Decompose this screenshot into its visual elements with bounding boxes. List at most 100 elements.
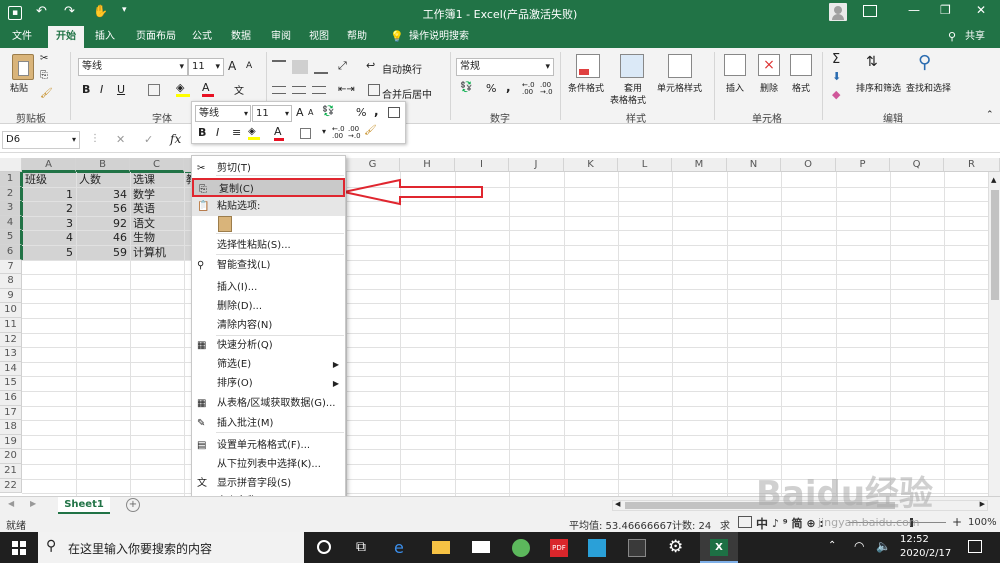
menu-item-7[interactable]: 清除内容(N) (192, 316, 345, 335)
cell-c4[interactable]: 语文 (133, 217, 155, 231)
close-button[interactable]: ✕ (976, 3, 986, 17)
menu-item-13[interactable]: ▤ 设置单元格格式(F)... (192, 436, 345, 455)
format-cells-icon[interactable] (790, 54, 812, 76)
row-header-1[interactable]: 1 (0, 172, 22, 187)
tab-formulas[interactable]: 公式 (186, 26, 218, 48)
add-sheet-button[interactable]: + (126, 498, 140, 512)
row-header-6[interactable]: 6 (0, 245, 22, 260)
conditional-format-icon[interactable] (576, 54, 600, 78)
paste-button[interactable]: 粘贴 (10, 81, 28, 94)
menu-item-6[interactable]: 删除(D)... (192, 297, 345, 316)
cut-icon[interactable]: ✂ (40, 53, 48, 64)
sort-filter-icon[interactable]: ⇅ (866, 54, 878, 70)
comma-button[interactable]: , (506, 80, 511, 94)
row-header-11[interactable]: 11 (0, 318, 22, 333)
tab-review[interactable]: 审阅 (264, 26, 298, 48)
column-header-k[interactable]: K (564, 158, 618, 172)
menu-item-8[interactable]: ▦ 快速分析(Q) (192, 336, 345, 355)
increase-decimal-icon[interactable]: ←.0.00 (522, 82, 535, 96)
cell-a3[interactable]: 2 (22, 202, 73, 216)
table-format-icon[interactable] (620, 54, 644, 78)
bold-button[interactable]: B (82, 83, 90, 96)
row-header-8[interactable]: 8 (0, 274, 22, 289)
ime-indicator[interactable]: 中 (756, 515, 768, 532)
cell-b3[interactable]: 56 (76, 202, 127, 216)
orientation-icon[interactable]: ⤢ (338, 59, 347, 73)
mini-font-color-icon[interactable]: A (274, 125, 284, 141)
minimize-button[interactable]: — (908, 3, 920, 17)
notification-icon[interactable] (968, 540, 982, 553)
vertical-align-buttons[interactable] (272, 60, 332, 74)
cell-a1[interactable]: 班级 (25, 173, 47, 187)
cell-a4[interactable]: 3 (22, 217, 73, 231)
mini-increase-decimal-icon[interactable]: ←.0.00 (332, 126, 345, 140)
insert-function-icon[interactable]: fx (170, 132, 181, 146)
paste-option-icon[interactable] (218, 216, 232, 232)
italic-button[interactable]: I (100, 83, 103, 96)
mini-more-icon[interactable]: ▾ (322, 127, 326, 136)
taskbar-search-box[interactable]: ⚲ 在这里输入你要搜索的内容 (38, 532, 304, 563)
select-all-corner[interactable] (0, 158, 22, 172)
find-icon[interactable]: ⚲ (918, 52, 931, 73)
mini-comma-button[interactable]: , (374, 104, 379, 118)
row-header-19[interactable]: 19 (0, 434, 22, 450)
row-header-21[interactable]: 21 (0, 464, 22, 479)
ribbon-display-icon[interactable] (863, 5, 877, 17)
grow-font-icon[interactable]: A (228, 59, 236, 73)
font-color-icon[interactable]: A (202, 81, 214, 97)
tab-data[interactable]: 数据 (224, 26, 258, 48)
sheet-tab-sheet1[interactable]: Sheet1 (58, 497, 110, 514)
menu-item-4[interactable]: ⚲ 智能查找(L) (192, 256, 345, 275)
cell-c5[interactable]: 生物 (133, 231, 155, 245)
row-header-3[interactable]: 3 (0, 201, 22, 216)
clock-date[interactable]: 2020/2/17 (900, 548, 951, 559)
font-name-select[interactable]: 等线 ▾ (78, 58, 188, 76)
cell-c2[interactable]: 数学 (133, 188, 155, 202)
settings-gear-icon[interactable]: ⚙ (668, 537, 683, 557)
insert-cells-icon[interactable] (724, 54, 746, 76)
decrease-decimal-icon[interactable]: .00 →.0 (540, 82, 553, 96)
scroll-up-icon[interactable]: ▲ (991, 176, 996, 184)
row-header-13[interactable]: 13 (0, 347, 22, 362)
row-header-22[interactable]: 22 (0, 478, 22, 494)
column-header-h[interactable]: H (400, 158, 455, 172)
mini-fill-color-icon[interactable]: ◈ (248, 126, 260, 140)
column-header-j[interactable]: J (509, 158, 564, 172)
cell-a6[interactable]: 5 (22, 246, 73, 260)
vertical-scrollbar[interactable]: ▲ (988, 172, 1000, 498)
tab-file[interactable]: 文件 (4, 26, 40, 48)
maximize-button[interactable]: ❐ (940, 3, 951, 17)
mini-bold-button[interactable]: B (198, 126, 206, 139)
sort-filter-button[interactable]: 排序和筛选 (856, 81, 901, 94)
row-header-4[interactable]: 4 (0, 215, 22, 231)
task-view-icon[interactable]: ⧉ (356, 539, 366, 555)
tab-home[interactable]: 开始 (48, 26, 84, 48)
column-header-i[interactable]: I (455, 158, 509, 172)
copy-icon[interactable]: ⎘ (40, 70, 48, 81)
column-header-m[interactable]: M (672, 158, 727, 172)
row-header-9[interactable]: 9 (0, 288, 22, 304)
scroll-right-icon[interactable]: ▶ (980, 500, 985, 508)
merge-center-button[interactable]: 合并后居中 (382, 86, 432, 101)
cell-b1[interactable]: 人数 (79, 173, 101, 187)
vertical-scroll-thumb[interactable] (991, 190, 999, 300)
wifi-icon[interactable]: ◠ (854, 539, 864, 553)
scroll-sheet-right-icon[interactable]: ▶ (30, 499, 36, 508)
ime-symbols-icon[interactable]: ♪ ⁹ 简 ⊕ : (772, 515, 824, 531)
clock-time[interactable]: 12:52 (900, 534, 929, 545)
row-header-17[interactable]: 17 (0, 405, 22, 421)
user-icon[interactable] (829, 3, 847, 21)
indent-icon[interactable]: ⇤⇥ (338, 84, 355, 95)
tell-me-search[interactable]: 操作说明搜索 (406, 26, 472, 48)
column-header-l[interactable]: L (618, 158, 672, 172)
percent-button[interactable]: % (486, 82, 496, 95)
taskbar-excel[interactable]: X (700, 532, 738, 563)
column-header-a[interactable]: A (22, 158, 76, 172)
wrap-text-icon[interactable]: ↩ (366, 59, 375, 72)
zoom-level[interactable]: 100% (968, 517, 997, 528)
column-header-r[interactable]: R (944, 158, 1000, 172)
scroll-sheet-left-icon[interactable]: ◀ (8, 499, 14, 508)
cell-styles-icon[interactable] (668, 54, 692, 78)
row-header-20[interactable]: 20 (0, 449, 22, 464)
app-red-icon[interactable]: PDF (550, 539, 568, 557)
